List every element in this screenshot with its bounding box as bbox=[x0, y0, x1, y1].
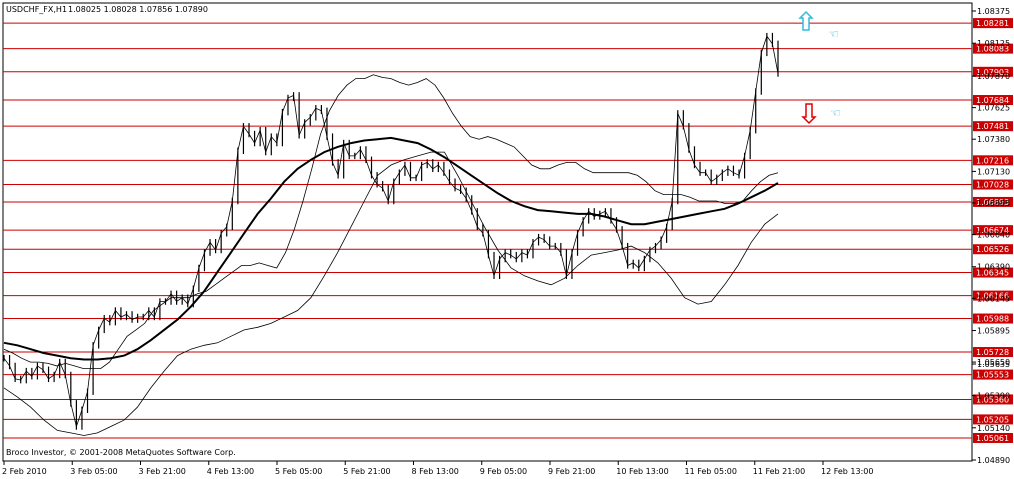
hand-pointer-icon: ☜ bbox=[828, 27, 839, 41]
ohlc-readout: 1.08025 1.08028 1.07856 1.07890 bbox=[68, 5, 208, 14]
level-price-label: 1.07481 bbox=[976, 122, 1009, 131]
y-tick-label: 1.04890 bbox=[977, 456, 1010, 465]
price-chart[interactable]: 1.082811.080831.079031.076841.074811.072… bbox=[0, 0, 1014, 479]
x-tick-label: 12 Feb 13:00 bbox=[821, 467, 873, 476]
level-price-label: 1.05988 bbox=[976, 315, 1009, 324]
x-tick-label: 3 Feb 05:00 bbox=[70, 467, 117, 476]
x-tick-label: 2 Feb 2010 bbox=[2, 467, 47, 476]
x-tick-label: 11 Feb 21:00 bbox=[753, 467, 805, 476]
y-tick-label: 1.06885 bbox=[977, 199, 1010, 208]
y-tick-label: 1.07870 bbox=[977, 72, 1010, 81]
y-tick-label: 1.05635 bbox=[977, 360, 1010, 369]
level-price-label: 1.06526 bbox=[976, 245, 1009, 254]
hand-pointer-icon: ☜ bbox=[830, 106, 841, 120]
y-tick-label: 1.06640 bbox=[977, 231, 1010, 240]
x-tick-label: 9 Feb 05:00 bbox=[480, 467, 527, 476]
copyright-text: Broco Investor, © 2001-2008 MetaQuotes S… bbox=[6, 448, 236, 457]
x-tick-label: 5 Feb 21:00 bbox=[343, 467, 390, 476]
symbol-label: USDCHF_FX,H1 bbox=[6, 5, 67, 14]
level-price-label: 1.05728 bbox=[976, 348, 1009, 357]
y-tick-label: 1.06145 bbox=[977, 294, 1010, 303]
level-price-label: 1.08281 bbox=[976, 19, 1009, 28]
x-tick-label: 11 Feb 05:00 bbox=[685, 467, 737, 476]
y-tick-label: 1.05895 bbox=[977, 327, 1010, 336]
chart-window: 1.08281 1.08083 1.07903 1.07684 1.07481 1.072… bbox=[0, 0, 1014, 479]
x-tick-label: 3 Feb 21:00 bbox=[139, 467, 186, 476]
x-tick-label: 4 Feb 13:00 bbox=[207, 467, 254, 476]
y-tick-label: 1.07380 bbox=[977, 135, 1010, 144]
level-price-label: 1.07216 bbox=[976, 156, 1009, 165]
x-tick-label: 9 Feb 21:00 bbox=[548, 467, 595, 476]
level-price-label: 1.05553 bbox=[976, 371, 1009, 380]
y-tick-label: 1.07625 bbox=[977, 104, 1010, 113]
level-price-label: 1.07028 bbox=[976, 181, 1009, 190]
x-tick-label: 10 Feb 13:00 bbox=[616, 467, 668, 476]
y-tick-label: 1.05140 bbox=[977, 424, 1010, 433]
x-tick-label: 5 Feb 05:00 bbox=[275, 467, 322, 476]
y-tick-label: 1.06390 bbox=[977, 263, 1010, 272]
y-tick-label: 1.08125 bbox=[977, 39, 1010, 48]
x-tick-label: 8 Feb 13:00 bbox=[412, 467, 459, 476]
level-price-label: 1.05061 bbox=[976, 434, 1009, 443]
y-tick-label: 1.07130 bbox=[977, 167, 1010, 176]
y-tick-label: 1.08375 bbox=[977, 7, 1010, 16]
y-tick-label: 1.05390 bbox=[977, 392, 1010, 401]
